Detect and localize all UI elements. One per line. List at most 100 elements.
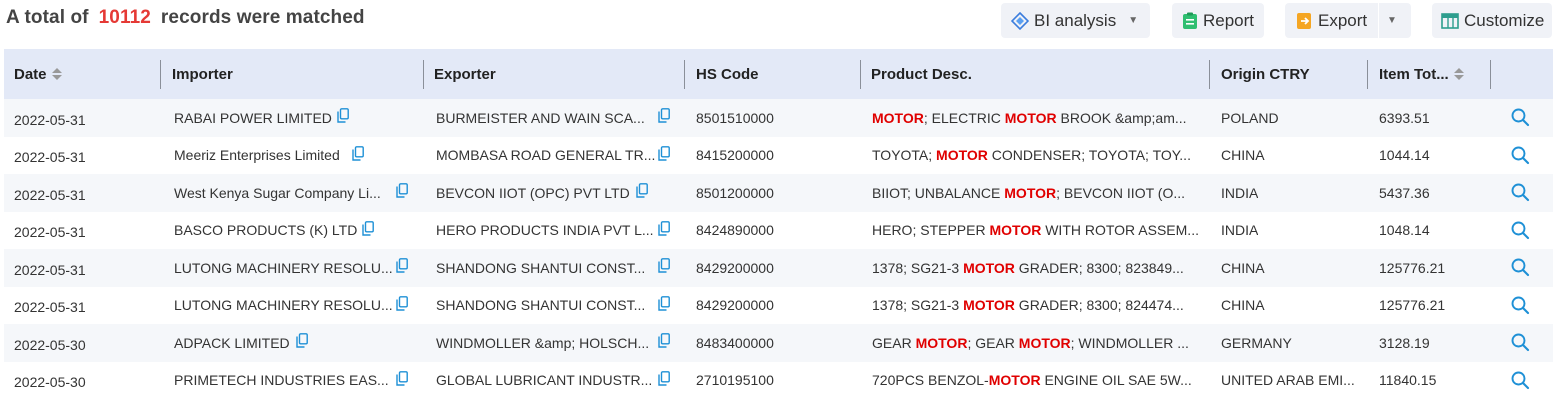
copy-icon[interactable]	[658, 295, 670, 311]
column-header-label: Item Tot...	[1379, 65, 1449, 83]
exporter-cell[interactable]: BURMEISTER AND WAIN SCA...	[436, 99, 645, 137]
table-row: 2022-05-31 West Kenya Sugar Company Li..…	[4, 174, 1553, 212]
sort-icon[interactable]	[1453, 68, 1464, 80]
highlighted-term: MOTOR	[872, 109, 924, 126]
column-header-date[interactable]: Date	[14, 49, 62, 99]
search-icon[interactable]	[1510, 107, 1530, 127]
copy-icon[interactable]	[658, 370, 670, 386]
importer-cell[interactable]: BASCO PRODUCTS (K) LTD	[174, 212, 357, 250]
sort-icon[interactable]	[51, 68, 62, 80]
summary-suffix: records were matched	[160, 7, 365, 28]
column-divider[interactable]	[423, 60, 424, 89]
customize-columns-icon	[1441, 12, 1459, 30]
bi-analysis-button[interactable]: BI analysis ▼	[1001, 3, 1150, 38]
record-count: 10112	[98, 7, 151, 28]
exporter-cell[interactable]: GLOBAL LUBRICANT INDUSTR...	[436, 362, 652, 400]
highlighted-term: MOTOR	[989, 222, 1042, 239]
search-icon[interactable]	[1510, 182, 1530, 202]
product-desc-text: ; ELECTRIC	[923, 109, 1005, 126]
origin-country-cell: POLAND	[1221, 109, 1279, 126]
customize-button[interactable]: Customize	[1432, 3, 1552, 38]
table-row: 2022-05-31 LUTONG MACHINERY RESOLU... SH…	[4, 249, 1553, 287]
product-desc-text: ; WINDMOLLER ...	[1070, 334, 1189, 351]
hs-code-cell: 8501510000	[696, 109, 774, 126]
hs-code-cell: 8429200000	[696, 259, 774, 276]
copy-icon[interactable]	[658, 258, 670, 273]
item-total-cell: 125776.21	[1379, 259, 1446, 276]
report-icon	[1182, 12, 1198, 30]
copy-icon[interactable]	[352, 145, 364, 161]
search-icon[interactable]	[1510, 295, 1530, 315]
copy-icon[interactable]	[296, 333, 308, 348]
column-header-importer: Importer	[172, 49, 233, 99]
search-icon[interactable]	[1510, 145, 1530, 165]
product-desc-cell: HERO; STEPPER MOTOR WITH ROTOR ASSEM...	[872, 212, 1199, 250]
copy-icon[interactable]	[396, 370, 408, 386]
column-divider[interactable]	[684, 60, 685, 89]
highlighted-term: MOTOR	[963, 259, 1015, 276]
column-header-product-desc: Product Desc.	[871, 49, 972, 99]
export-dropdown-chevron-icon[interactable]: ▼	[1387, 15, 1397, 26]
copy-icon[interactable]	[396, 295, 408, 311]
copy-icon[interactable]	[658, 145, 670, 161]
column-divider[interactable]	[1367, 60, 1368, 89]
importer-cell[interactable]: RABAI POWER LIMITED	[174, 99, 332, 137]
column-header-label: Exporter	[434, 65, 496, 83]
search-icon[interactable]	[1510, 332, 1530, 352]
table-row: 2022-05-31 LUTONG MACHINERY RESOLU... SH…	[4, 287, 1553, 325]
copy-icon[interactable]	[658, 220, 670, 236]
highlighted-term: MOTOR	[915, 334, 968, 351]
product-desc-cell: GEAR MOTOR; GEAR MOTOR; WINDMOLLER ...	[872, 324, 1189, 362]
exporter-cell[interactable]: HERO PRODUCTS INDIA PVT L...	[436, 212, 654, 250]
exporter-cell[interactable]: MOMBASA ROAD GENERAL TR...	[436, 137, 655, 175]
copy-icon[interactable]	[396, 183, 408, 198]
exporter-cell[interactable]: SHANDONG SHANTUI CONST...	[436, 249, 645, 287]
copy-icon[interactable]	[362, 220, 374, 236]
copy-icon[interactable]	[658, 333, 670, 348]
origin-country-cell: GERMANY	[1221, 334, 1292, 351]
search-icon[interactable]	[1510, 257, 1530, 277]
column-divider[interactable]	[160, 60, 161, 89]
date-cell: 2022-05-31	[14, 186, 86, 203]
export-label: Export	[1318, 10, 1368, 30]
column-header-item-total[interactable]: Item Tot...	[1379, 49, 1464, 99]
copy-icon[interactable]	[658, 108, 670, 123]
product-desc-text: ; GEAR	[967, 334, 1019, 351]
origin-country-cell: INDIA	[1221, 222, 1259, 239]
copy-icon[interactable]	[396, 258, 408, 273]
importer-cell[interactable]: LUTONG MACHINERY RESOLU...	[174, 287, 393, 325]
product-desc-text: CONDENSER; TOYOTA; TOY...	[987, 147, 1191, 164]
copy-icon[interactable]	[337, 108, 349, 123]
origin-country-cell: INDIA	[1221, 184, 1259, 201]
exporter-cell[interactable]: WINDMOLLER &amp; HOLSCH...	[436, 324, 649, 362]
exporter-cell[interactable]: BEVCON IIOT (OPC) PVT LTD	[436, 174, 630, 212]
date-cell: 2022-05-31	[14, 149, 86, 166]
product-desc-text: BROOK &amp;am...	[1056, 109, 1187, 126]
report-button[interactable]: Report	[1172, 3, 1264, 38]
search-icon[interactable]	[1510, 220, 1530, 240]
item-total-cell: 1048.14	[1379, 222, 1430, 239]
column-divider[interactable]	[1209, 60, 1210, 89]
importer-cell[interactable]: West Kenya Sugar Company Li...	[174, 174, 381, 212]
importer-cell[interactable]: LUTONG MACHINERY RESOLU...	[174, 249, 393, 287]
hs-code-cell: 8483400000	[696, 334, 774, 351]
origin-country-cell: CHINA	[1221, 147, 1265, 164]
column-divider[interactable]	[860, 60, 861, 89]
importer-cell[interactable]: Meeriz Enterprises Limited	[174, 137, 340, 175]
column-header-label: Importer	[172, 65, 233, 83]
importer-cell[interactable]: PRIMETECH INDUSTRIES EAS...	[174, 362, 389, 400]
column-divider[interactable]	[1490, 60, 1491, 89]
product-desc-cell: TOYOTA; MOTOR CONDENSER; TOYOTA; TOY...	[872, 137, 1191, 175]
date-cell: 2022-05-31	[14, 261, 86, 278]
search-icon[interactable]	[1510, 370, 1530, 390]
records-table: Date Importer Exporter HS Code Product D…	[4, 49, 1553, 399]
product-desc-text: BIIOT; UNBALANCE	[872, 184, 1005, 201]
product-desc-cell: BIIOT; UNBALANCE MOTOR; BEVCON IIOT (O..…	[872, 174, 1185, 212]
product-desc-text: ; BEVCON IIOT (O...	[1056, 184, 1185, 201]
export-button[interactable]: Export ▼	[1285, 3, 1411, 38]
importer-cell[interactable]: ADPACK LIMITED	[174, 324, 290, 362]
highlighted-term: MOTOR	[936, 147, 988, 164]
product-desc-text: HERO; STEPPER	[872, 222, 990, 239]
exporter-cell[interactable]: SHANDONG SHANTUI CONST...	[436, 287, 645, 325]
copy-icon[interactable]	[636, 183, 648, 198]
